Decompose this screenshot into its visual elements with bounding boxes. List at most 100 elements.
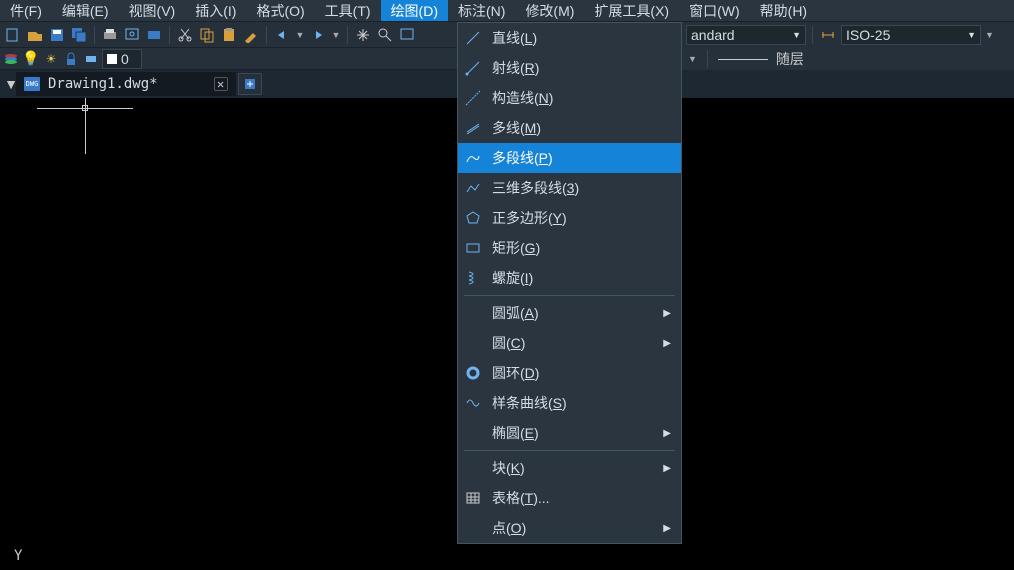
saveall-icon[interactable] <box>70 26 88 44</box>
toolbar-right-1: andard ▼ ISO-25 ▼ ▼ <box>682 22 1014 48</box>
polygon-icon <box>464 209 482 227</box>
menu-item-label: 圆环(D) <box>492 363 671 383</box>
pan-icon[interactable] <box>354 26 372 44</box>
menu-item-label: 多线(M) <box>492 118 671 138</box>
open-icon[interactable] <box>26 26 44 44</box>
cut-icon[interactable] <box>176 26 194 44</box>
print-layer-icon[interactable] <box>82 50 100 68</box>
copy-icon[interactable] <box>198 26 216 44</box>
menu-item-label: 块(K) <box>492 458 653 478</box>
tab-handle-icon[interactable]: ▼ <box>6 70 16 98</box>
menu-item-sub[interactable]: 圆(C) ▶ <box>458 328 681 358</box>
text-style-dropdown[interactable]: andard ▼ <box>686 25 806 45</box>
menu-item[interactable]: 插入(I) <box>185 0 246 21</box>
close-tab-icon[interactable]: ✕ <box>214 77 228 91</box>
redo-dropdown-icon[interactable]: ▼ <box>331 26 341 44</box>
menu-item-sub[interactable]: 圆弧(A) ▶ <box>458 298 681 328</box>
bulb-icon[interactable]: 💡 <box>22 50 40 68</box>
menu-item-table-icon[interactable]: 表格(T)... <box>458 483 681 513</box>
menu-item-label: 三维多段线(3) <box>492 178 671 198</box>
separator <box>347 26 348 44</box>
3dpoly-icon <box>464 179 482 197</box>
menu-item[interactable]: 件(F) <box>0 0 52 21</box>
redo-icon[interactable] <box>309 26 327 44</box>
menu-item-helix-icon[interactable]: 螺旋(I) <box>458 263 681 293</box>
menu-item-mline-icon[interactable]: 多线(M) <box>458 113 681 143</box>
menu-item[interactable]: 修改(M) <box>515 0 584 21</box>
menu-item-donut-icon[interactable]: 圆环(D) <box>458 358 681 388</box>
dim-icon[interactable] <box>819 26 837 44</box>
menu-item[interactable]: 格式(O) <box>246 0 314 21</box>
undo-dropdown-icon[interactable]: ▼ <box>295 26 305 44</box>
new-icon[interactable] <box>4 26 22 44</box>
menu-item[interactable]: 窗口(W) <box>679 0 750 21</box>
spline-icon <box>464 394 482 412</box>
table-icon <box>464 489 482 507</box>
publish-icon[interactable] <box>145 26 163 44</box>
layer-state-value: 0 <box>121 51 129 67</box>
preview-icon[interactable] <box>123 26 141 44</box>
menu-item-3dpoly-icon[interactable]: 三维多段线(3) <box>458 173 681 203</box>
xline-icon <box>464 89 482 107</box>
paste-icon[interactable] <box>220 26 238 44</box>
menu-item-label: 射线(R) <box>492 58 671 78</box>
menu-item[interactable]: 绘图(D) <box>381 0 448 21</box>
menu-item-pline-icon[interactable]: 多段线(P) <box>458 143 681 173</box>
layer-state-dropdown[interactable]: 0 <box>102 49 142 69</box>
menu-item-label: 圆弧(A) <box>492 303 653 323</box>
layer-icon[interactable] <box>2 50 20 68</box>
menu-item-sub[interactable]: 块(K) ▶ <box>458 453 681 483</box>
menu-item-sub[interactable]: 椭圆(E)▶ <box>458 418 681 448</box>
print-icon[interactable] <box>101 26 119 44</box>
menu-item[interactable]: 工具(T) <box>315 0 381 21</box>
add-tab-button[interactable] <box>238 73 262 95</box>
menu-item-spline-icon[interactable]: 样条曲线(S) <box>458 388 681 418</box>
submenu-arrow-icon: ▶ <box>663 523 671 534</box>
save-icon[interactable] <box>48 26 66 44</box>
menu-item-rect-icon[interactable]: 矩形(G) <box>458 233 681 263</box>
toolbar-right-2: ▼ 随层 <box>682 48 1014 70</box>
blank-icon <box>464 459 482 477</box>
menu-item[interactable]: 视图(V) <box>119 0 186 21</box>
menu-item-ray-icon[interactable]: 射线(R) <box>458 53 681 83</box>
dropdown-arrow-icon[interactable]: ▼ <box>688 54 697 64</box>
submenu-arrow-icon: ▶ <box>663 308 671 319</box>
tab-label: Drawing1.dwg* <box>48 76 158 92</box>
menu-item-sub[interactable]: 点(O) ▶ <box>458 513 681 543</box>
menu-item-label: 螺旋(I) <box>492 268 671 288</box>
menu-item-label: 点(O) <box>492 518 653 538</box>
dropdown-arrow-icon: ▼ <box>985 30 994 40</box>
separator <box>812 26 813 44</box>
linetype-label[interactable]: 随层 <box>776 49 804 69</box>
menu-item-line-icon[interactable]: 直线(L) <box>458 23 681 53</box>
menu-item[interactable]: 扩展工具(X) <box>584 0 679 21</box>
dropdown-arrow-icon: ▼ <box>967 30 976 40</box>
submenu-arrow-icon: ▶ <box>663 338 671 349</box>
separator <box>707 50 708 68</box>
line-preview <box>718 59 768 60</box>
lock-icon[interactable] <box>62 50 80 68</box>
separator <box>266 26 267 44</box>
undo-icon[interactable] <box>273 26 291 44</box>
sun-icon[interactable]: ☀ <box>42 50 60 68</box>
blank-icon <box>464 304 482 322</box>
tab-active[interactable]: DWG Drawing1.dwg* ✕ <box>16 72 236 96</box>
blank-icon <box>464 519 482 537</box>
dim-style-dropdown[interactable]: ISO-25 ▼ <box>841 25 981 45</box>
separator <box>94 26 95 44</box>
zoom-icon[interactable] <box>376 26 394 44</box>
menu-item-xline-icon[interactable]: 构造线(N) <box>458 83 681 113</box>
menu-item[interactable]: 帮助(H) <box>750 0 817 21</box>
ucs-icon: Y <box>14 548 22 564</box>
submenu-arrow-icon: ▶ <box>663 463 671 474</box>
menu-item-label: 圆(C) <box>492 333 653 353</box>
submenu-arrow-icon: ▶ <box>663 428 671 439</box>
zoom-window-icon[interactable] <box>398 26 416 44</box>
donut-icon <box>464 364 482 382</box>
menu-item-label: 表格(T)... <box>492 488 671 508</box>
menu-item[interactable]: 标注(N) <box>448 0 515 21</box>
matchprop-icon[interactable] <box>242 26 260 44</box>
menu-item-polygon-icon[interactable]: 正多边形(Y) <box>458 203 681 233</box>
menu-item[interactable]: 编辑(E) <box>52 0 119 21</box>
menubar: 件(F)编辑(E)视图(V)插入(I)格式(O)工具(T)绘图(D)标注(N)修… <box>0 0 1014 22</box>
